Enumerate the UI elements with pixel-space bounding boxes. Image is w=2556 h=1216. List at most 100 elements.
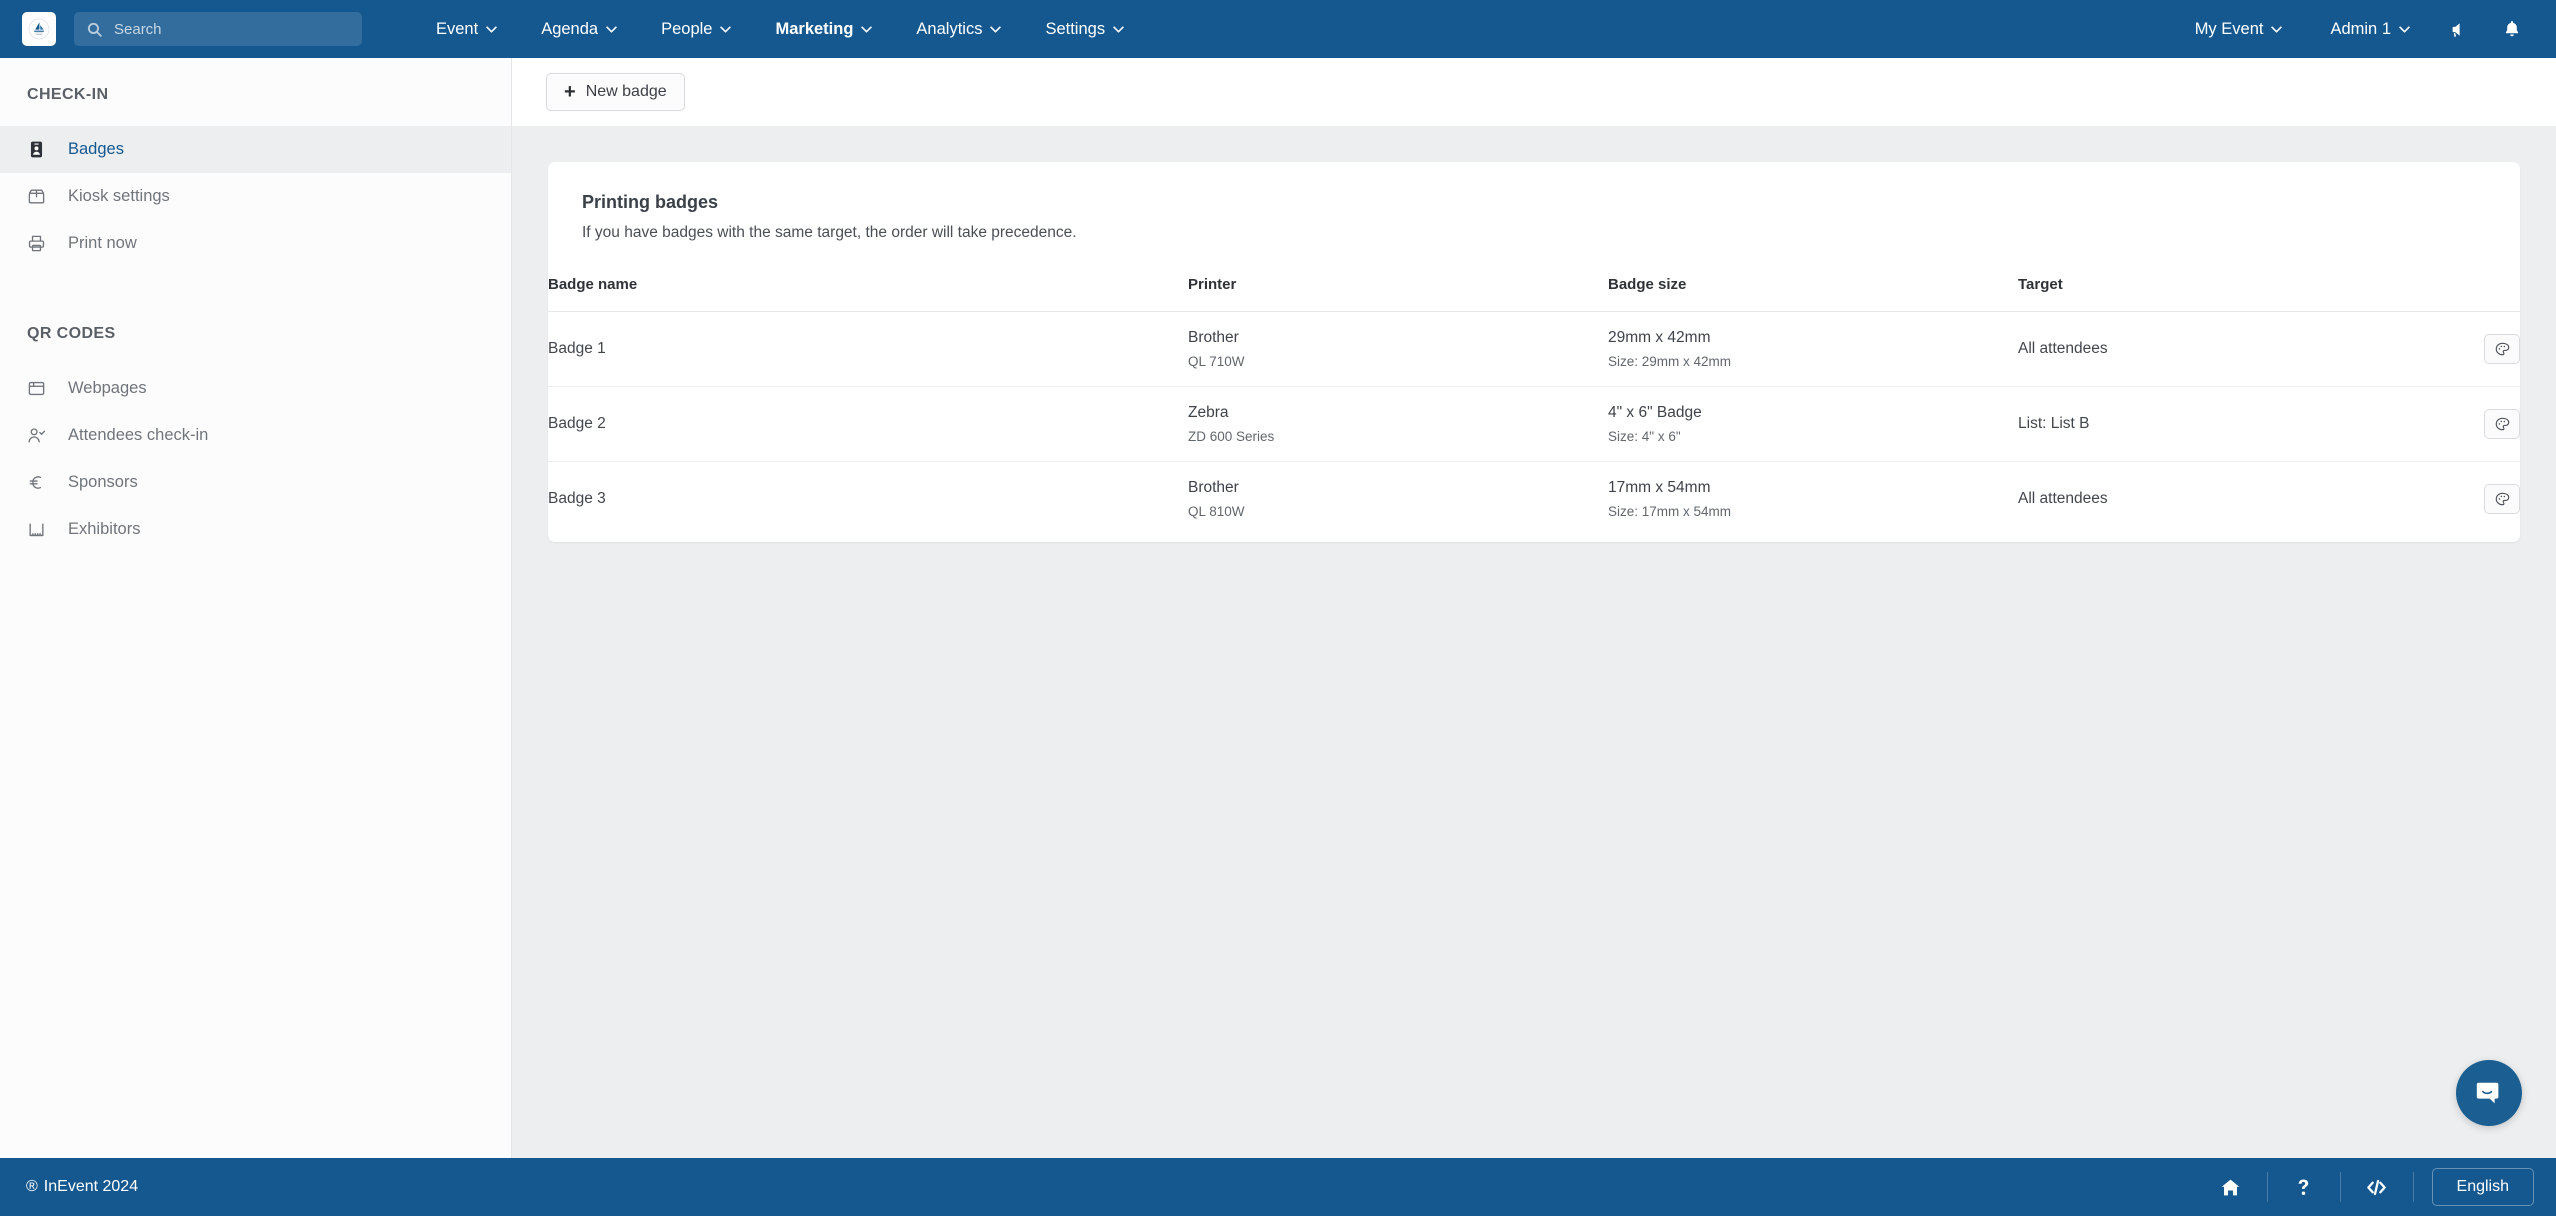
sidebar-item-print-now[interactable]: Print now bbox=[0, 220, 511, 267]
megaphone-icon[interactable] bbox=[2434, 0, 2486, 58]
new-badge-button-label: New badge bbox=[585, 83, 667, 100]
sidebar-group-check-in: CHECK-IN Badges Kiosk settings Print now bbox=[0, 86, 511, 267]
table-row[interactable]: Badge 2 Zebra ZD 600 Series 4" x 6" Badg… bbox=[548, 386, 2520, 462]
footer-divider bbox=[2412, 1172, 2414, 1202]
nav-item-agenda[interactable]: Agenda bbox=[519, 0, 639, 58]
badge-size-name: 17mm x 54mm bbox=[1608, 479, 1711, 496]
palette-icon[interactable] bbox=[2484, 484, 2520, 514]
nav-item-marketing[interactable]: Marketing bbox=[753, 0, 894, 58]
column-header-target: Target bbox=[2018, 260, 2390, 312]
browser-window-icon bbox=[27, 379, 53, 398]
question-mark-icon[interactable] bbox=[2268, 1158, 2340, 1216]
badge-size-detail: Size: 4" x 6" bbox=[1608, 429, 1681, 444]
copyright-text: InEvent 2024 bbox=[43, 1178, 139, 1195]
language-selector[interactable]: English bbox=[2431, 1168, 2534, 1206]
nav-item-event[interactable]: Event bbox=[414, 0, 519, 58]
nav-item-label: Agenda bbox=[541, 19, 599, 38]
nav-item-people[interactable]: People bbox=[639, 0, 753, 58]
cell-printer: Brother QL 710W bbox=[1188, 311, 1608, 387]
inevent-logo-icon[interactable] bbox=[22, 12, 56, 46]
sidebar-item-label: Attendees check-in bbox=[68, 426, 209, 444]
sidebar-item-label: Print now bbox=[68, 234, 137, 252]
cell-badge-size: 17mm x 54mm Size: 17mm x 54mm bbox=[1608, 462, 2018, 537]
sidebar-section-title: QR CODES bbox=[27, 325, 116, 342]
sidebar-item-webpages[interactable]: Webpages bbox=[0, 365, 511, 412]
kiosk-box-icon bbox=[27, 187, 53, 206]
search-box[interactable] bbox=[74, 12, 362, 46]
nav-item-label: Marketing bbox=[775, 19, 854, 38]
event-selector-label: My Event bbox=[2194, 19, 2264, 38]
bell-icon[interactable] bbox=[2486, 0, 2538, 58]
nav-item-label: People bbox=[661, 19, 713, 38]
new-badge-button[interactable]: + New badge bbox=[546, 73, 685, 111]
sidebar-item-attendees-check-in[interactable]: Attendees check-in bbox=[0, 412, 511, 459]
sidebar-group-qr-codes: QR CODES Webpages Attendees check-in Spo… bbox=[0, 325, 511, 553]
top-nav-right-cluster: My Event Admin 1 bbox=[2171, 0, 2556, 58]
nav-item-analytics[interactable]: Analytics bbox=[894, 0, 1023, 58]
registered-mark-icon: ® bbox=[26, 1178, 38, 1195]
page-title: Printing badges bbox=[582, 192, 719, 212]
table-header: Badge name Printer Badge size Target bbox=[548, 260, 2520, 312]
chevron-down-icon bbox=[486, 25, 497, 33]
sidebar-item-badges[interactable]: Badges bbox=[0, 126, 511, 173]
palette-icon[interactable] bbox=[2484, 409, 2520, 439]
home-icon[interactable] bbox=[2195, 1158, 2267, 1216]
cell-actions bbox=[2390, 311, 2520, 387]
nav-item-label: Settings bbox=[1045, 19, 1106, 38]
cell-printer: Brother QL 810W bbox=[1188, 462, 1608, 537]
printing-badges-card: Printing badges If you have badges with … bbox=[548, 162, 2520, 542]
printer-brand: Brother bbox=[1188, 479, 1239, 496]
user-check-icon bbox=[27, 426, 53, 445]
printer-icon bbox=[27, 234, 53, 253]
search-input[interactable] bbox=[114, 20, 350, 38]
chevron-down-icon bbox=[990, 25, 1002, 33]
cell-target: List: List B bbox=[2018, 386, 2390, 462]
code-brackets-icon[interactable] bbox=[2341, 1158, 2413, 1216]
cell-actions bbox=[2390, 462, 2520, 537]
user-menu-label: Admin 1 bbox=[2330, 19, 2391, 38]
palette-icon[interactable] bbox=[2484, 334, 2520, 364]
cell-target: All attendees bbox=[2018, 490, 2108, 507]
content-area: Printing badges If you have badges with … bbox=[512, 126, 2556, 1158]
cell-actions bbox=[2390, 386, 2520, 462]
main-menu: Event Agenda People Marketing Analytics … bbox=[414, 0, 1146, 58]
top-navigation-bar: Event Agenda People Marketing Analytics … bbox=[0, 0, 2556, 58]
search-icon bbox=[87, 22, 102, 37]
printer-brand: Brother bbox=[1188, 329, 1239, 346]
footer-right-cluster: English bbox=[2195, 1158, 2556, 1216]
chat-bubble-icon[interactable] bbox=[2456, 1060, 2522, 1126]
badges-table: Badge name Printer Badge size Target Bad… bbox=[548, 260, 2520, 536]
chevron-down-icon bbox=[1113, 25, 1124, 33]
chevron-down-icon bbox=[720, 25, 732, 33]
badge-size-detail: Size: 17mm x 54mm bbox=[1608, 504, 1732, 519]
badge-id-card-icon bbox=[27, 140, 53, 159]
column-header-printer: Printer bbox=[1188, 260, 1608, 312]
sidebar-item-exhibitors[interactable]: Exhibitors bbox=[0, 506, 511, 553]
sidebar-item-label: Webpages bbox=[68, 379, 147, 397]
table-row[interactable]: Badge 1 Brother QL 710W 29mm x 42mm Size… bbox=[548, 311, 2520, 387]
cell-target: All attendees bbox=[2018, 311, 2390, 387]
table-body: Badge 1 Brother QL 710W 29mm x 42mm Size… bbox=[548, 311, 2520, 537]
sidebar-item-label: Badges bbox=[68, 140, 124, 158]
copyright: ® InEvent 2024 bbox=[26, 1178, 138, 1196]
table-row[interactable]: Badge 3 Brother QL 810W 17mm x 54mm Size… bbox=[548, 462, 2520, 537]
user-menu[interactable]: Admin 1 bbox=[2306, 0, 2434, 58]
cell-badge-size: 29mm x 42mm Size: 29mm x 42mm bbox=[1608, 311, 2018, 387]
chevron-down-icon bbox=[2399, 25, 2410, 33]
sidebar-item-kiosk-settings[interactable]: Kiosk settings bbox=[0, 173, 511, 220]
page-toolbar: + New badge bbox=[512, 58, 2556, 126]
printer-brand: Zebra bbox=[1188, 404, 1229, 421]
nav-item-settings[interactable]: Settings bbox=[1023, 0, 1146, 58]
nav-item-label: Event bbox=[436, 19, 479, 38]
chevron-down-icon bbox=[2271, 25, 2283, 33]
cell-badge-size: 4" x 6" Badge Size: 4" x 6" bbox=[1608, 386, 2018, 462]
badge-size-detail: Size: 29mm x 42mm bbox=[1608, 354, 1732, 369]
cell-printer: Zebra ZD 600 Series bbox=[1188, 386, 1608, 462]
sidebar-item-sponsors[interactable]: Sponsors bbox=[0, 459, 511, 506]
cell-badge-name: Badge 3 bbox=[548, 490, 606, 507]
event-selector[interactable]: My Event bbox=[2171, 0, 2307, 58]
card-header: Printing badges If you have badges with … bbox=[548, 162, 2520, 260]
chevron-down-icon bbox=[606, 25, 617, 33]
sidebar-section-title: CHECK-IN bbox=[27, 86, 109, 103]
badge-size-name: 4" x 6" Badge bbox=[1608, 404, 1702, 421]
